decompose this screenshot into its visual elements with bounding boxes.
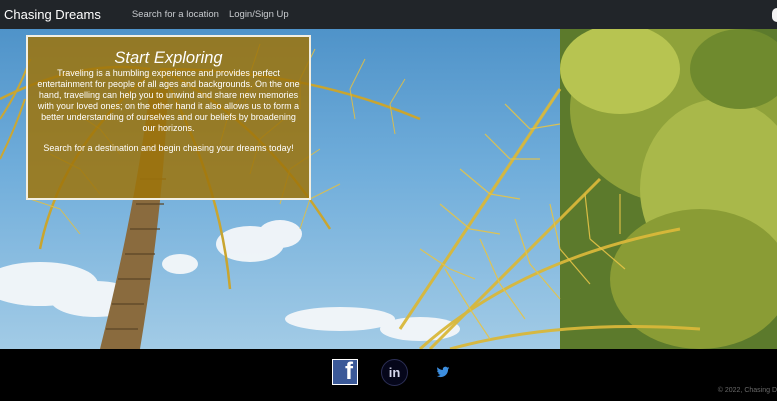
explore-description: Traveling is a humbling experience and p… bbox=[37, 68, 300, 133]
facebook-icon[interactable]: f bbox=[332, 359, 358, 385]
copyright-text: © 2022, Chasing D bbox=[717, 387, 777, 394]
explore-card: Start Exploring Traveling is a humbling … bbox=[26, 35, 311, 200]
brand-logo[interactable]: Chasing Dreams bbox=[4, 7, 101, 22]
explore-cta-text: Search for a destination and begin chasi… bbox=[43, 143, 294, 153]
nav-link-login[interactable]: Login/Sign Up bbox=[229, 9, 289, 20]
linkedin-icon[interactable]: in bbox=[381, 359, 408, 386]
footer: f in © 2022, Chasing D bbox=[0, 349, 777, 401]
navbar: Chasing Dreams Search for a location Log… bbox=[0, 0, 777, 29]
twitter-bird-shape bbox=[436, 366, 450, 378]
nav-toggle-button[interactable] bbox=[772, 8, 777, 22]
explore-title: Start Exploring bbox=[114, 49, 223, 67]
hero-banner: Start Exploring Traveling is a humbling … bbox=[0, 29, 777, 349]
twitter-icon[interactable] bbox=[436, 365, 450, 379]
nav-link-search[interactable]: Search for a location bbox=[132, 9, 219, 20]
